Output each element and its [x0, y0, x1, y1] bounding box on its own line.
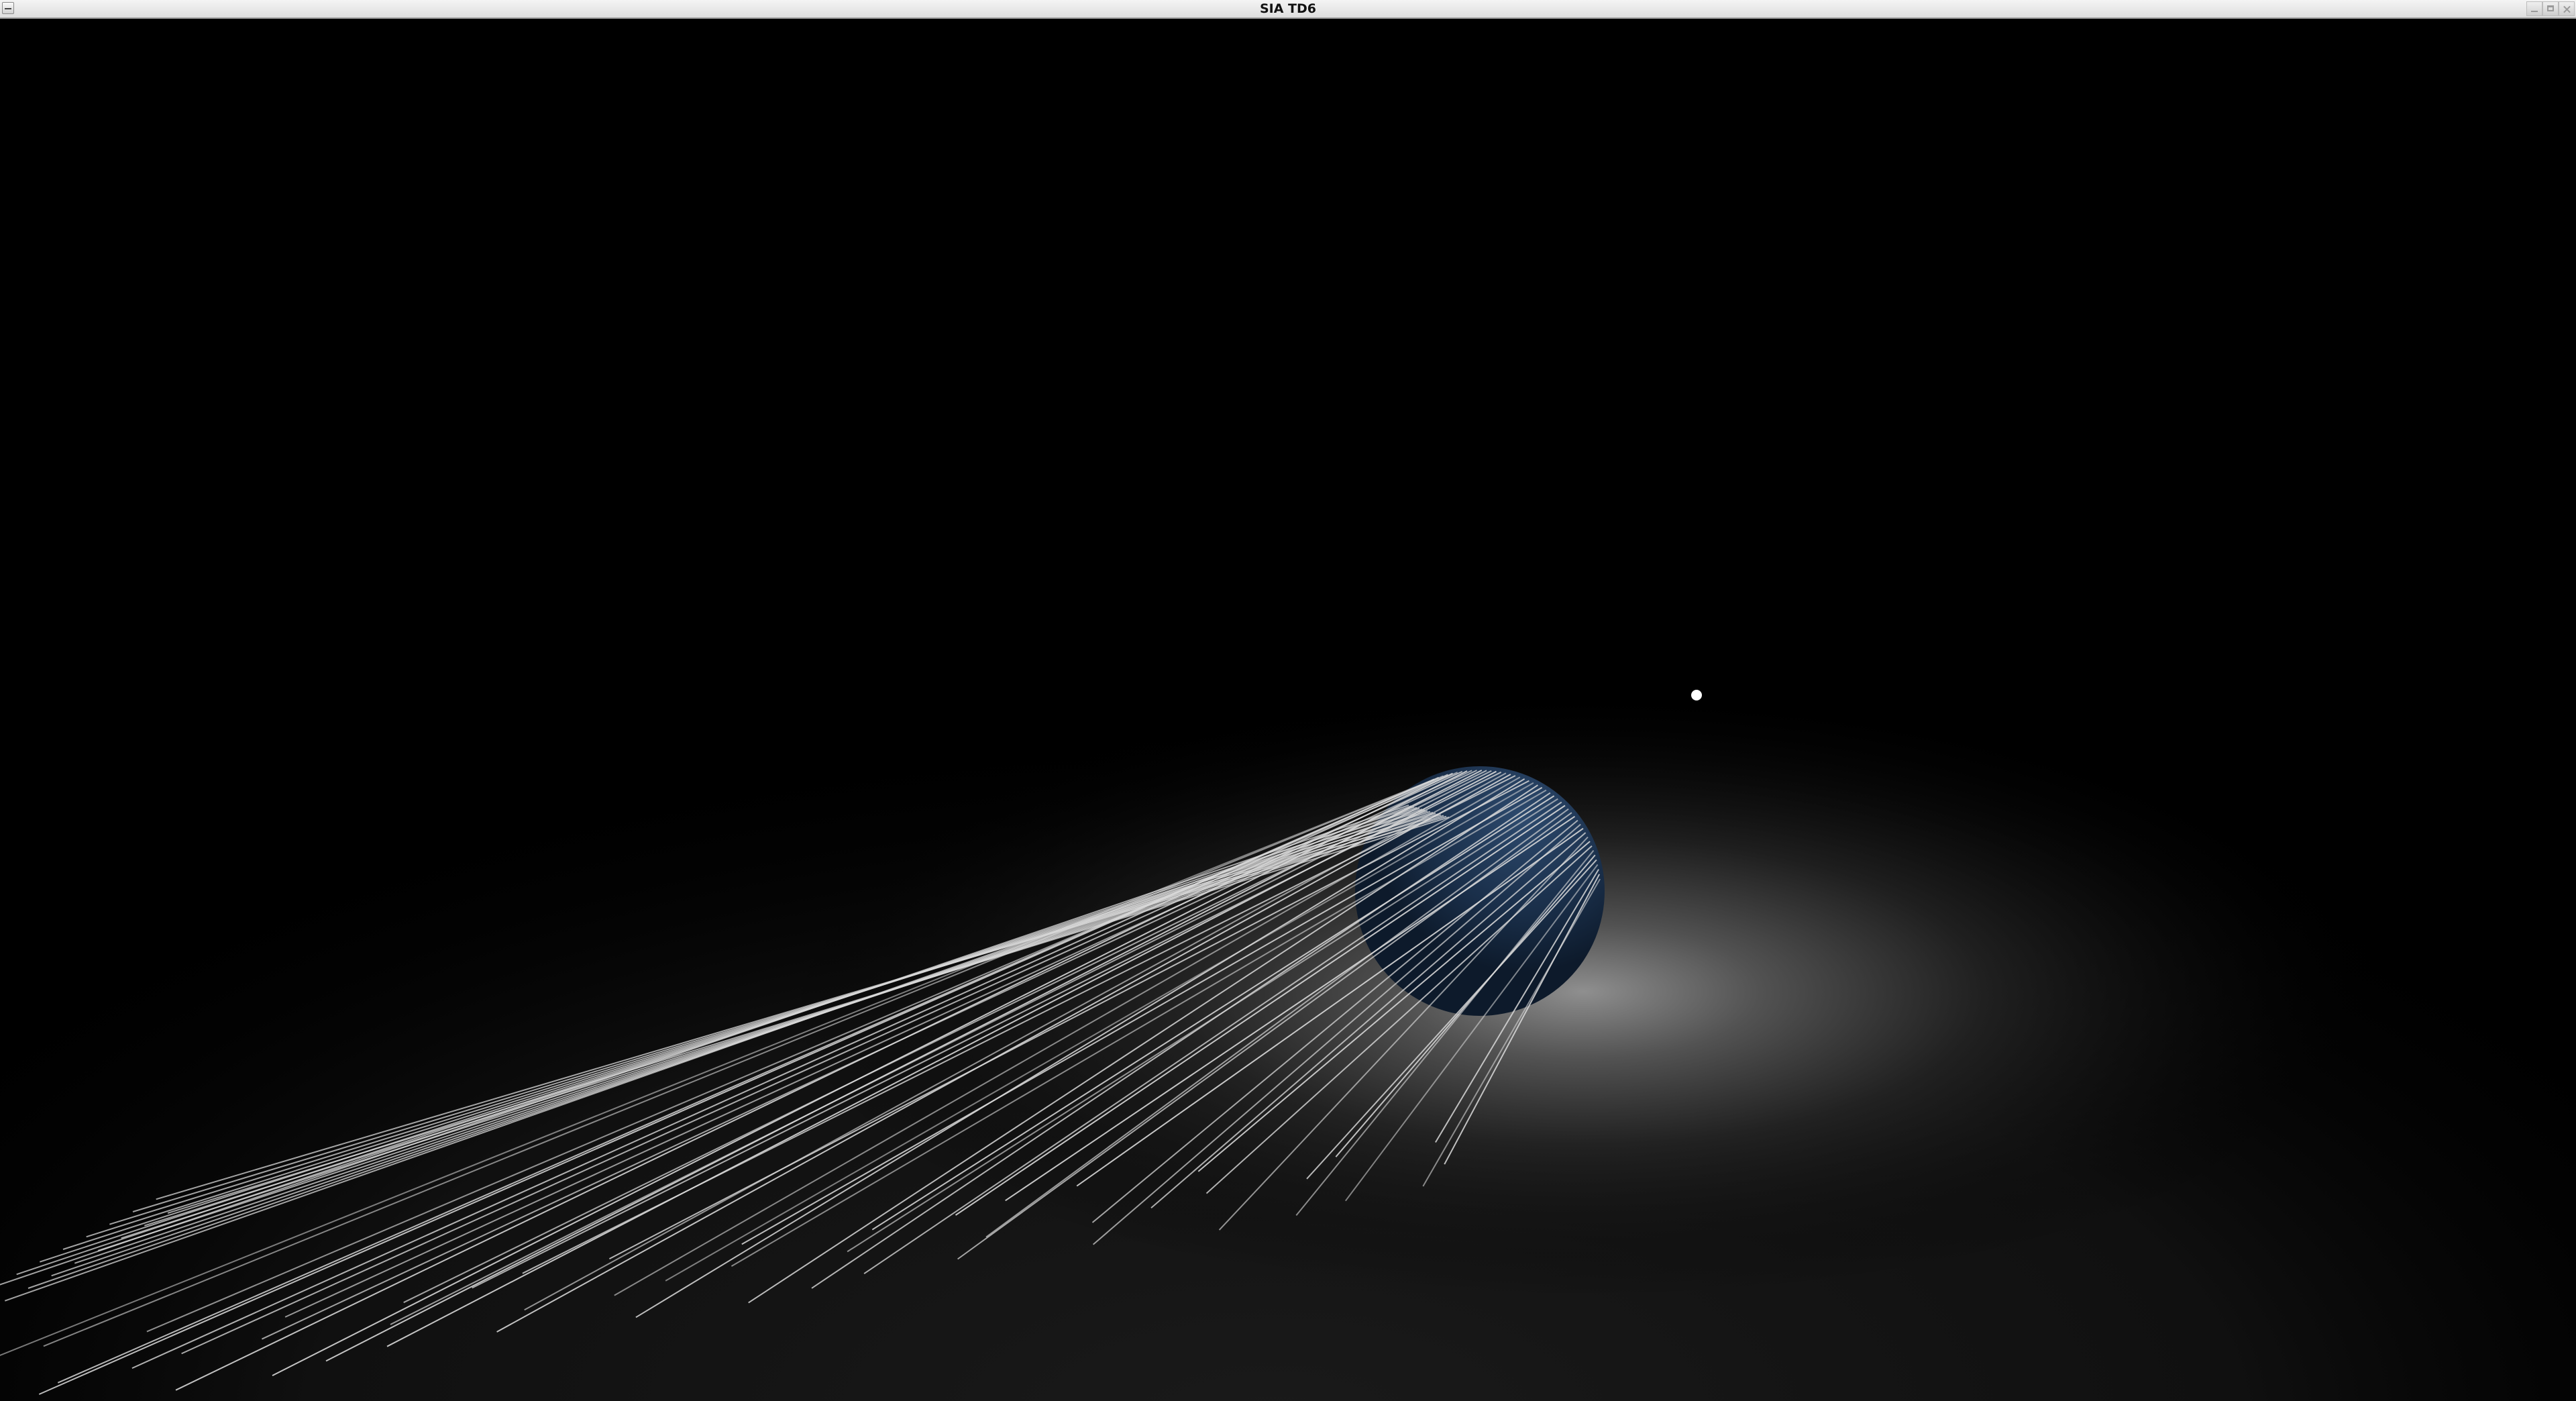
window-title: SIA TD6: [1259, 1, 1317, 16]
light-source: [1691, 690, 1702, 701]
3d-scene-canvas[interactable]: [0, 19, 2576, 1401]
window-controls: [2526, 1, 2575, 16]
render-viewport[interactable]: [0, 19, 2576, 1401]
close-icon[interactable]: [2559, 1, 2575, 16]
title-bar[interactable]: SIA TD6: [0, 0, 2576, 19]
minimize-icon[interactable]: [2526, 1, 2542, 16]
app-window: SIA TD6: [0, 0, 2576, 1401]
maximize-icon[interactable]: [2542, 1, 2559, 16]
ground-light-glow: [0, 623, 2576, 1401]
